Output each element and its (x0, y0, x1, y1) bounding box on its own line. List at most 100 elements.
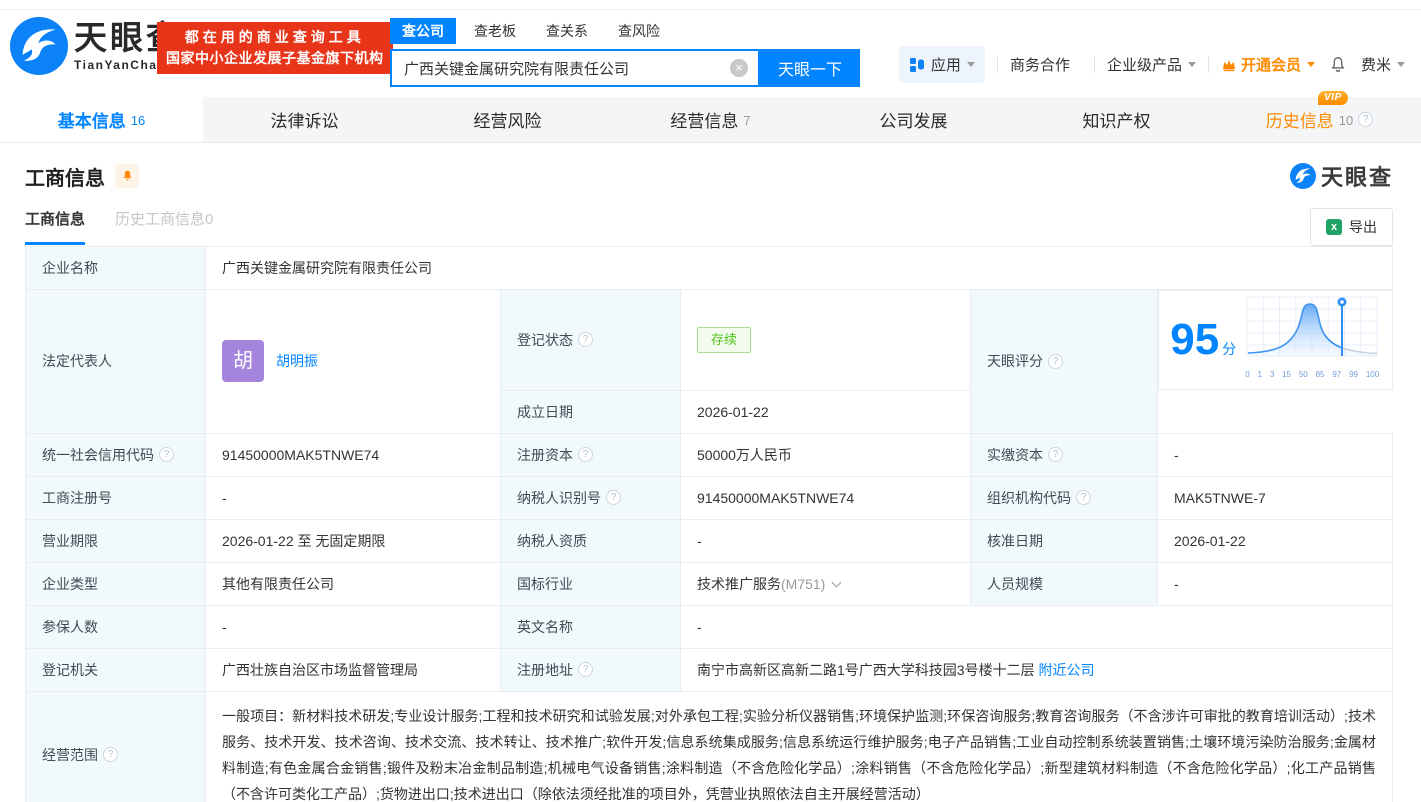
business-cooperation-link[interactable]: 商务合作 (1010, 54, 1070, 75)
business-info-subtabs: 工商信息 历史工商信息0 (25, 208, 243, 245)
legal-rep-name-link[interactable]: 胡明振 (276, 351, 318, 371)
reg-status-label: 登记状态 (500, 289, 681, 391)
table-row: 企业类型 其他有限责任公司 国标行业 技术推广服务 (M751) 人员规模 - (25, 561, 1393, 606)
table-row: 企业名称 广西关键金属研究院有限责任公司 (25, 246, 1393, 290)
crown-icon (1222, 59, 1235, 71)
reg-capital-value: 50000万人民币 (680, 432, 971, 477)
tab-history-info[interactable]: 历史信息 VIP 10 (1218, 91, 1421, 142)
user-account-menu[interactable]: 费米 (1361, 54, 1405, 75)
company-nav-tabs: 基本信息 16 法律诉讼 经营风险 经营信息 7 公司发展 知识产权 历史信息 … (0, 91, 1421, 143)
help-icon[interactable] (606, 490, 621, 505)
approval-date-label: 核准日期 (970, 518, 1158, 563)
tab-count: 7 (743, 113, 751, 128)
watermark-text: 天眼查 (1320, 165, 1393, 190)
company-type-value: 其他有限责任公司 (205, 561, 501, 606)
org-code-value: MAK5TNWE-7 (1157, 475, 1393, 520)
table-row: 工商注册号 - 纳税人识别号 91450000MAK5TNWE74 组织机构代码… (25, 475, 1393, 520)
clear-search-icon[interactable] (730, 59, 748, 77)
table-row: 营业期限 2026-01-22 至 无固定期限 纳税人资质 - 核准日期 202… (25, 518, 1393, 563)
tab-company-development[interactable]: 公司发展 (812, 97, 1015, 142)
table-row: 经营范围 一般项目：新材料技术研发;专业设计服务;工程和技术研究和试验发展;对外… (25, 690, 1393, 802)
insured-count-label: 参保人数 (25, 604, 206, 649)
score-cell: 95 分 0 1 3 15 50 85 97 99 100 (1158, 290, 1393, 390)
reg-status-value: 存续 (680, 289, 971, 391)
establish-date-label: 成立日期 (500, 389, 681, 434)
score-value: 95 (1170, 315, 1220, 364)
help-icon[interactable] (1076, 490, 1091, 505)
subtab-business-info[interactable]: 工商信息 (25, 208, 86, 245)
tab-intellectual-property[interactable]: 知识产权 (1015, 97, 1218, 142)
search-input[interactable] (392, 59, 730, 77)
table-row: 统一社会信用代码 91450000MAK5TNWE74 注册资本 50000万人… (25, 432, 1393, 477)
search-area: 查公司 查老板 查关系 查风险 天眼一下 (390, 18, 860, 87)
help-icon[interactable] (1048, 353, 1063, 369)
english-name-value: - (680, 604, 1393, 649)
logo-icon (10, 17, 68, 75)
business-scope-label: 经营范围 (25, 690, 206, 802)
help-icon[interactable] (578, 447, 593, 462)
score-label: 天眼评分 (970, 289, 1158, 434)
tab-count: 16 (130, 113, 146, 128)
search-tab-boss[interactable]: 查老板 (462, 18, 528, 44)
header-menu: 应用 商务合作 企业级产品 开通会员 费米 (898, 46, 1405, 83)
divider (996, 56, 998, 73)
status-badge: 存续 (697, 326, 752, 353)
help-icon[interactable] (103, 747, 118, 762)
establish-date-value: 2026-01-22 (680, 389, 971, 434)
search-button[interactable]: 天眼一下 (760, 49, 860, 87)
tab-operating-risk[interactable]: 经营风险 (406, 97, 609, 142)
help-icon[interactable] (578, 332, 593, 348)
legal-rep-cell: 胡 胡明振 (205, 289, 501, 434)
reg-authority-value: 广西壮族自治区市场监督管理局 (205, 647, 501, 692)
chevron-down-icon (1187, 62, 1196, 67)
apps-grid-icon (909, 57, 924, 72)
score-unit: 分 (1222, 341, 1237, 357)
chevron-down-icon[interactable] (831, 577, 842, 587)
credit-code-value: 91450000MAK5TNWE74 (205, 432, 501, 477)
apps-menu-button[interactable]: 应用 (898, 46, 985, 83)
search-tabs: 查公司 查老板 查关系 查风险 (390, 18, 860, 44)
chevron-down-icon (1397, 62, 1405, 67)
excel-icon (1326, 219, 1342, 235)
staff-size-value: - (1157, 561, 1393, 606)
search-tab-risk[interactable]: 查风险 (606, 18, 672, 44)
help-icon[interactable] (578, 662, 593, 677)
paid-capital-label: 实缴资本 (970, 432, 1158, 477)
business-scope-value: 一般项目：新材料技术研发;专业设计服务;工程和技术研究和试验发展;对外承包工程;… (205, 690, 1393, 802)
section-title: 工商信息 (25, 167, 105, 190)
taxpayer-id-value: 91450000MAK5TNWE74 (680, 475, 971, 520)
enterprise-products-menu[interactable]: 企业级产品 (1107, 54, 1196, 75)
industry-label: 国标行业 (500, 561, 681, 606)
staff-size-label: 人员规模 (970, 561, 1158, 606)
avatar[interactable]: 胡 (222, 340, 264, 383)
chevron-down-icon (966, 62, 975, 67)
help-icon[interactable] (1048, 447, 1063, 462)
tab-basic-info[interactable]: 基本信息 16 (0, 97, 203, 142)
english-name-label: 英文名称 (500, 604, 681, 649)
slogan-line2: 国家中小企业发展子基金旗下机构 (166, 50, 384, 66)
help-icon[interactable] (159, 447, 174, 462)
search-tab-company[interactable]: 查公司 (390, 18, 456, 44)
subtab-history-business-info[interactable]: 历史工商信息0 (115, 208, 213, 245)
apps-label: 应用 (930, 57, 961, 74)
credit-code-label: 统一社会信用代码 (25, 432, 206, 477)
reg-number-value: - (205, 475, 501, 520)
table-row: 法定代表人 胡 胡明振 登记状态 存续 (25, 289, 1393, 434)
tab-legal-litigation[interactable]: 法律诉讼 (203, 97, 406, 142)
legal-rep-label: 法定代表人 (25, 289, 206, 434)
reg-authority-label: 登记机关 (25, 647, 206, 692)
open-vip-button[interactable]: 开通会员 (1221, 54, 1315, 75)
nearby-companies-link[interactable]: 附近公司 (1038, 662, 1094, 678)
business-info-table: 企业名称 广西关键金属研究院有限责任公司 法定代表人 胡 胡明振 登记状态 ? … (25, 246, 1393, 802)
watermark-logo: 天眼查 (1289, 160, 1393, 192)
export-button[interactable]: 导出 (1310, 208, 1393, 246)
tab-operating-info[interactable]: 经营信息 7 (609, 97, 812, 142)
subscribe-bell-icon[interactable] (115, 164, 139, 188)
reg-address-label: 注册地址 (500, 647, 681, 692)
notification-bell-icon[interactable] (1329, 55, 1347, 74)
insured-count-value: - (205, 604, 501, 649)
org-code-label: 组织机构代码 (970, 475, 1158, 520)
help-icon[interactable] (1358, 112, 1374, 127)
taxpayer-quality-label: 纳税人资质 (500, 518, 681, 563)
search-tab-relation[interactable]: 查关系 (534, 18, 600, 44)
